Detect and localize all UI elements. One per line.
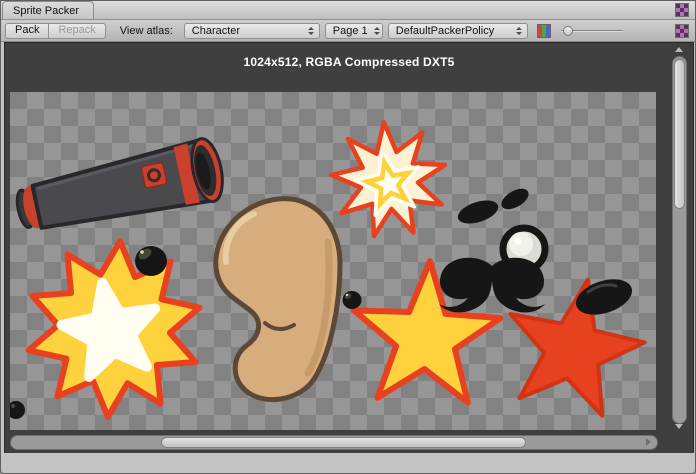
policy-dropdown[interactable]: DefaultPackerPolicy (388, 23, 528, 39)
page-dropdown[interactable]: Page 1 (325, 23, 383, 39)
vertical-scrollbar[interactable] (672, 56, 687, 424)
sprite-cannon[interactable] (12, 136, 228, 242)
sprite-olive-corner[interactable] (10, 401, 25, 419)
sprite-eyebrows[interactable] (455, 185, 532, 228)
dropdown-arrows-icon (516, 27, 522, 35)
scroll-up-icon[interactable] (675, 47, 683, 52)
sprite-mustache[interactable] (439, 258, 545, 313)
atlas-dropdown-value: Character (192, 25, 240, 37)
atlas-info-header: 1024x512, RGBA Compressed DXT5 (5, 55, 693, 69)
sprite-starburst-large[interactable] (29, 241, 200, 417)
rgb-alpha-icon[interactable] (537, 24, 551, 38)
pack-button[interactable]: Pack (5, 23, 49, 39)
atlas-preview[interactable] (10, 92, 656, 430)
tabbar-right-controls (675, 3, 695, 19)
policy-dropdown-value: DefaultPackerPolicy (396, 25, 494, 37)
mip-slider-thumb[interactable] (563, 26, 573, 36)
horizontal-scrollbar[interactable] (10, 435, 658, 450)
atlas-sprites (10, 92, 656, 430)
page-dropdown-value: Page 1 (333, 25, 368, 37)
dropdown-arrows-icon (308, 27, 314, 35)
texture-checker-icon[interactable] (675, 3, 689, 17)
toolbar-right-controls (675, 24, 689, 38)
view-atlas-label: View atlas: (120, 25, 173, 37)
tab-sprite-packer[interactable]: Sprite Packer (2, 1, 94, 19)
vertical-scrollbar-thumb[interactable] (674, 59, 685, 209)
sprite-packer-window: Sprite Packer Pack Repack View atlas: Ch… (0, 0, 696, 474)
mip-slider[interactable] (561, 23, 623, 39)
sprite-starburst-small[interactable] (331, 122, 445, 236)
horizontal-scrollbar-thumb[interactable] (161, 437, 526, 448)
toolbar: Pack Repack View atlas: Character Page 1… (1, 20, 695, 42)
atlas-dropdown[interactable]: Character (184, 23, 320, 39)
tab-bar: Sprite Packer (1, 1, 695, 20)
dropdown-arrows-icon (374, 27, 380, 35)
atlas-viewport: 1024x512, RGBA Compressed DXT5 (4, 42, 694, 454)
repack-button[interactable]: Repack (49, 23, 105, 39)
sprite-bean-character[interactable] (216, 199, 340, 400)
tab-label: Sprite Packer (13, 5, 79, 17)
sprite-olive-small[interactable] (343, 291, 362, 309)
scroll-right-icon[interactable] (646, 438, 651, 446)
sprite-olive-large[interactable] (135, 246, 167, 276)
scroll-down-icon[interactable] (675, 424, 683, 429)
bottom-strip (1, 453, 695, 473)
texture-checker-icon[interactable] (675, 24, 689, 38)
